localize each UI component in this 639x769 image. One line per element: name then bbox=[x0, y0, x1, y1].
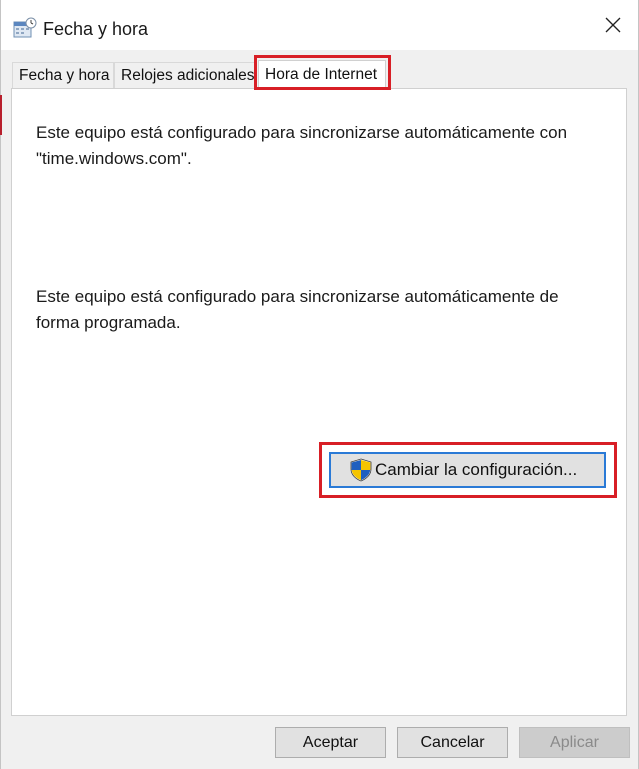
window-title: Fecha y hora bbox=[43, 19, 149, 39]
title-bar[interactable]: Fecha y hora bbox=[1, 0, 638, 50]
accept-button[interactable]: Aceptar bbox=[275, 727, 386, 758]
tab-label: Fecha y hora bbox=[19, 67, 110, 84]
uac-shield-icon bbox=[349, 458, 373, 482]
date-time-dialog: Fecha y hora Fecha y hora Relojes adicio… bbox=[0, 0, 639, 769]
sync-server-text: Este equipo está configurado para sincro… bbox=[36, 123, 568, 168]
change-settings-label: Cambiar la configuración... bbox=[375, 460, 578, 479]
cancel-label: Cancelar bbox=[420, 733, 485, 751]
date-time-icon bbox=[13, 17, 37, 39]
tab-label: Hora de Internet bbox=[265, 66, 378, 83]
tab-strip: Fecha y hora Relojes adicionales Hora de… bbox=[12, 60, 627, 90]
tab-label: Relojes adicionales bbox=[121, 67, 255, 84]
tab-internet-time[interactable]: Hora de Internet bbox=[258, 60, 386, 90]
tab-additional-clocks[interactable]: Relojes adicionales bbox=[114, 62, 256, 88]
apply-label: Aplicar bbox=[550, 733, 599, 751]
close-icon bbox=[605, 17, 621, 38]
internet-time-panel: Este equipo está configurado para sincro… bbox=[11, 88, 627, 716]
cancel-button[interactable]: Cancelar bbox=[397, 727, 508, 758]
apply-button[interactable]: Aplicar bbox=[519, 727, 630, 758]
sync-schedule-text: Este equipo está configurado para sincro… bbox=[36, 287, 559, 332]
change-settings-button[interactable]: Cambiar la configuración... bbox=[329, 452, 606, 488]
close-button[interactable] bbox=[598, 12, 628, 42]
background-window-edge bbox=[0, 95, 2, 135]
accept-label: Aceptar bbox=[302, 733, 359, 751]
tab-date-time[interactable]: Fecha y hora bbox=[12, 62, 114, 88]
